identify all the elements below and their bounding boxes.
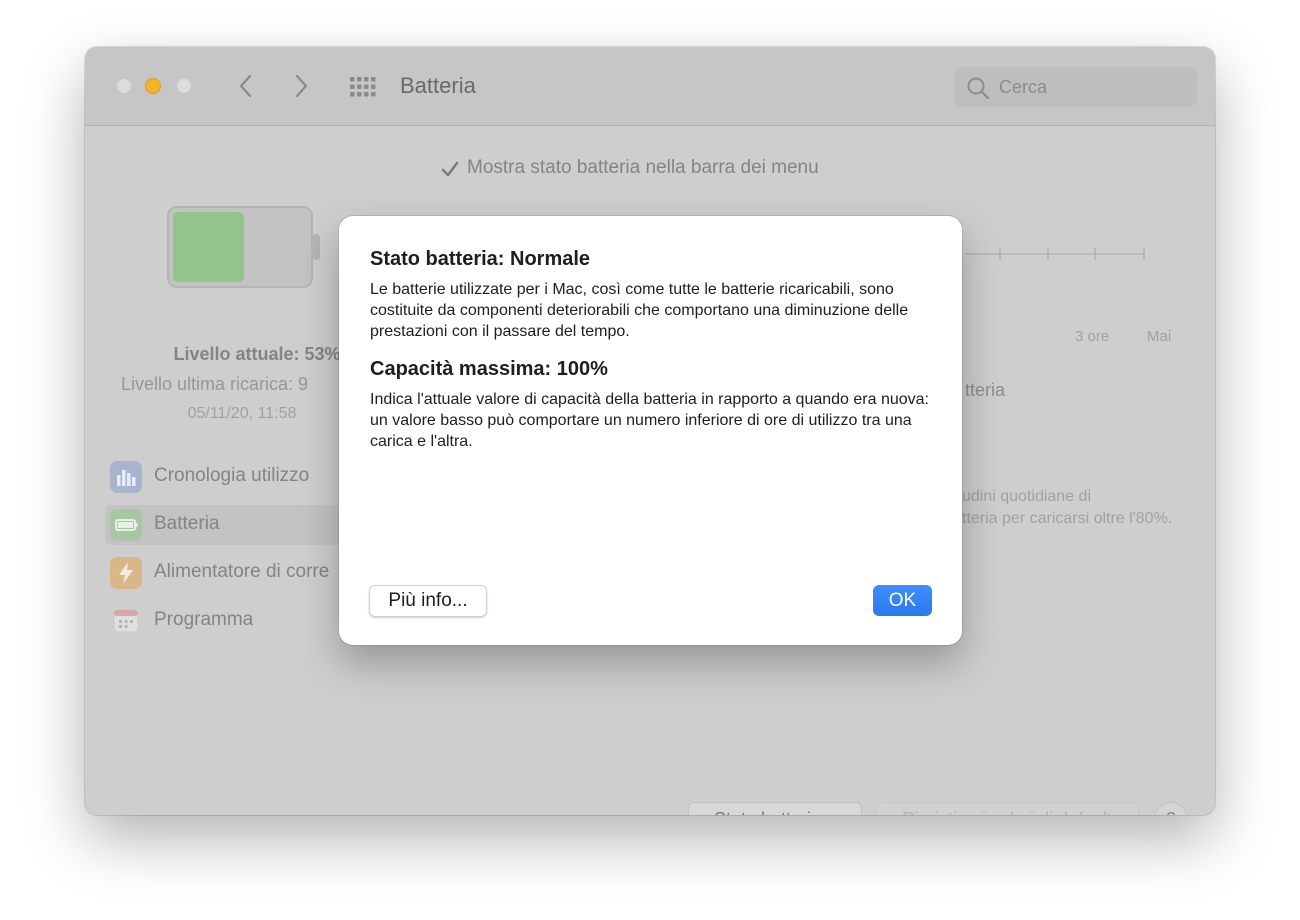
last-charge-date: 05/11/20, 11:58 [187, 405, 297, 422]
slider-ticks [965, 248, 1145, 260]
description-fragment-2: tteria per caricarsi oltre l'80%. [962, 510, 1173, 527]
battery-level-icon [167, 206, 320, 288]
dialog-text-capacity: Indica l'attuale valore di capacità dell… [370, 391, 929, 450]
help-button[interactable]: ? [1154, 802, 1188, 815]
slider-label-3h: 3 ore [1075, 328, 1110, 345]
current-level-label: Livello attuale: 53% [173, 344, 341, 364]
sidebar-item-programma[interactable]: Programma [105, 601, 355, 641]
more-info-button[interactable]: Più info... [369, 585, 487, 617]
sidebar-item-label: Batteria [154, 513, 220, 534]
forward-arrow-icon[interactable] [288, 71, 314, 101]
description-fragment-1: udini quotidiane di [962, 488, 1091, 505]
search-placeholder: Cerca [999, 77, 1048, 97]
battery-icon [110, 509, 142, 541]
sidebar-item-batteria[interactable]: Batteria [105, 505, 365, 545]
sidebar-item-label: Alimentatore di corre [154, 561, 330, 582]
back-arrow-icon[interactable] [233, 71, 259, 101]
slider-label-never: Mai [1147, 328, 1172, 345]
show-all-grid-icon[interactable] [348, 75, 378, 99]
sidebar-item-label: Programma [154, 609, 254, 630]
battery-status-dialog: Stato batteria: Normale Le batterie util… [339, 216, 962, 645]
menu-checkbox-label: Mostra stato batteria nella barra dei me… [467, 157, 819, 178]
checkmark-icon[interactable] [440, 159, 460, 179]
title-bar: Batteria Cerca [85, 47, 1215, 126]
sidebar-item-label: Cronologia utilizzo [154, 465, 310, 486]
dialog-heading-status: Stato batteria: Normale [370, 248, 591, 270]
dialog-heading-capacity: Capacità massima: 100% [370, 358, 608, 380]
zoom-window-button[interactable] [176, 78, 192, 94]
minimize-window-button[interactable] [145, 78, 161, 94]
ok-button[interactable]: OK [873, 585, 932, 616]
search-icon [967, 77, 990, 100]
window-title: Batteria [400, 73, 476, 98]
calendar-icon [113, 609, 139, 633]
chart-icon [110, 461, 142, 493]
battery-status-button[interactable]: Stato batteria... [688, 802, 862, 815]
last-charge-label: Livello ultima ricarica: 9 [121, 374, 309, 394]
option-fragment: tteria [965, 380, 1006, 400]
sidebar-item-alimentatore[interactable]: Alimentatore di corre [105, 553, 355, 593]
bolt-icon [110, 557, 142, 589]
restore-defaults-button[interactable]: Ripristina i valori di default [875, 802, 1139, 815]
dialog-text-status: Le batterie utilizzate per i Mac, così c… [370, 281, 909, 340]
search-field[interactable]: Cerca [954, 67, 1197, 107]
sidebar-item-cronologia[interactable]: Cronologia utilizzo [105, 457, 355, 497]
close-window-button[interactable] [116, 78, 132, 94]
